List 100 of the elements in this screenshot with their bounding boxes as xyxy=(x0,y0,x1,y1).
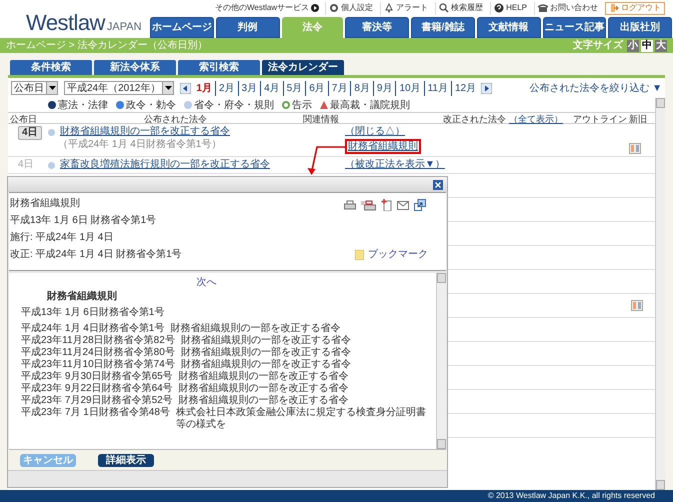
related-law-link[interactable]: 財務省組織規則 xyxy=(345,139,421,154)
phone-icon xyxy=(538,3,548,13)
bookmark-link[interactable]: ブックマーク xyxy=(368,247,428,262)
law-number: （平成24年 1月 4日財務省令第1号） xyxy=(57,139,222,151)
amendment-title: 財務省組織規則の一部を改正する省令 xyxy=(178,395,349,406)
nav-tab[interactable]: 判例 xyxy=(216,17,280,38)
new-window-icon[interactable] xyxy=(414,199,426,211)
contact-link[interactable]: お問い合わせ xyxy=(534,2,601,14)
legend-label: 政令・勅令 xyxy=(126,98,176,112)
nav-tab[interactable]: ホームページ xyxy=(150,17,214,38)
month-link[interactable]: 8月 xyxy=(350,80,373,96)
month-link[interactable]: 6月 xyxy=(305,80,328,96)
previous-arrow-icon[interactable] xyxy=(180,82,192,94)
month-link[interactable]: 10月 xyxy=(395,80,424,96)
column-header: 新旧 xyxy=(629,113,647,126)
connector-arrow xyxy=(308,146,345,175)
scrollbar[interactable] xyxy=(436,273,446,449)
next-arrow-icon[interactable] xyxy=(481,82,492,94)
amendment-reference: 平成23年11月24日財務省令第80号 xyxy=(21,347,175,358)
breadcrumb: ホームページ > 法令カレンダー（公布日別） xyxy=(6,38,208,53)
amendment-title: 株式会社日本政策金融公庫法に規定する検査身分証明書等の様式を xyxy=(176,407,427,431)
date-type-dropdown[interactable]: 公布日 xyxy=(11,81,58,95)
history-link[interactable]: 検索履歴 xyxy=(435,2,486,14)
close-icon[interactable] xyxy=(433,180,443,190)
font-size-button[interactable]: 大 xyxy=(655,40,667,52)
legend-label: 最高裁・議院規則 xyxy=(330,98,410,112)
logo-subtext: JAPAN xyxy=(106,22,142,34)
show-all-link[interactable]: （全て表示） xyxy=(509,113,563,126)
month-link[interactable]: 9月 xyxy=(372,80,396,96)
help-icon xyxy=(494,3,504,13)
legend-label: 憲法・法律 xyxy=(58,98,108,112)
amendment-reference: 平成23年 9月22日財務省令第64号 xyxy=(21,383,173,394)
law-title-link[interactable]: 財務省組織規則の一部を改正する省令 xyxy=(60,126,230,138)
amendment-reference: 平成23年 7月 1日財務省令第48号 xyxy=(21,407,170,420)
info-line: 施行: 平成24年 1月 4日 xyxy=(10,230,114,245)
next-link[interactable]: 次へ xyxy=(196,277,216,289)
month-link[interactable]: 5月 xyxy=(282,80,306,96)
printer-icon[interactable] xyxy=(361,200,376,210)
printer-icon[interactable] xyxy=(344,200,356,210)
alert-link[interactable]: アラート xyxy=(380,2,432,14)
related-toggle-link[interactable]: （閉じる△） xyxy=(345,126,405,138)
play-icon xyxy=(311,4,320,12)
amendment-reference: 平成23年 9月30日財務省令第65号 xyxy=(21,371,173,382)
law-title-link[interactable]: 家畜改良増殖法施行規則の一部を改正する省令 xyxy=(60,159,270,171)
amendment-title: 財務省組織規則の一部を改正する省令 xyxy=(178,371,349,382)
nav-tab[interactable]: 文献情報 xyxy=(476,17,540,38)
nav-tab[interactable]: 出版社別 xyxy=(608,17,672,38)
caret-icon xyxy=(164,86,172,90)
font-size-button[interactable]: 中 xyxy=(641,40,653,52)
envelope-icon[interactable] xyxy=(397,200,409,210)
font-size-label: 文字サイズ xyxy=(573,38,623,53)
exit-icon xyxy=(609,3,619,13)
service-link[interactable]: その他のWestlawサービス xyxy=(215,2,320,14)
column-header: 改正された法令 xyxy=(443,113,506,126)
month-link[interactable]: 2月 xyxy=(214,80,238,96)
nav-tab[interactable]: 審決等 xyxy=(345,17,409,38)
caret-icon xyxy=(48,86,56,90)
details-button[interactable]: 詳細表示 xyxy=(98,454,154,466)
document-title: 財務省組織規則 xyxy=(46,291,117,303)
bookmark-icon xyxy=(355,250,364,260)
info-line: 平成13年 1月 6日 財務省令第1号 xyxy=(10,214,158,228)
copyright-text: © 2013 Westlaw Japan K.K., all rights reserved xyxy=(488,490,655,502)
settings-link[interactable]: 個人設定 xyxy=(325,2,376,14)
legend-label: 省令・府令・規則 xyxy=(194,98,274,112)
nav-tab[interactable]: 書籍/雑誌 xyxy=(411,17,475,38)
scrollbar[interactable] xyxy=(655,98,665,490)
help-link[interactable]: HELP xyxy=(490,2,530,14)
amendment-reference: 平成23年 7月29日財務省令第52号 xyxy=(21,395,173,406)
amendment-title: 財務省組織規則の一部を改正する省令 xyxy=(180,347,351,358)
month-link[interactable]: 11月 xyxy=(424,80,451,96)
nav-tab[interactable]: ニュース記事 xyxy=(542,17,606,38)
legend-label: 告示 xyxy=(292,98,312,112)
amendment-reference: 平成24年 1月 4日財務省令第1号 xyxy=(21,323,164,334)
sub-tab[interactable]: 条件検索 xyxy=(10,60,92,75)
amendment-title: 財務省組織規則の一部を改正する省令 xyxy=(178,383,349,394)
amendment-reference: 平成23年11月28日財務省令第82号 xyxy=(21,335,175,346)
amendment-reference: 平成23年11月10日財務省令第74号 xyxy=(21,359,175,370)
font-size-button[interactable]: 小 xyxy=(627,40,639,52)
month-link[interactable]: 12月 xyxy=(450,80,480,96)
month-link[interactable]: 3月 xyxy=(238,80,260,96)
column-header: 関連情報 xyxy=(303,113,339,126)
info-line: 財務省組織規則 xyxy=(10,196,81,211)
sub-tab[interactable]: 索引検索 xyxy=(178,60,260,75)
related-toggle-link[interactable]: （被改正法を表示▼） xyxy=(345,159,445,171)
date-label: 4日 xyxy=(18,159,34,170)
column-header: アウトライン xyxy=(573,113,627,126)
logo-text: Westlaw xyxy=(26,12,105,34)
month-link[interactable]: 7月 xyxy=(328,80,350,96)
document-add-icon[interactable] xyxy=(381,199,392,211)
document-number: 平成13年 1月 6日財務省令第1号 xyxy=(21,307,164,319)
sub-tab[interactable]: 法令カレンダー xyxy=(262,60,344,75)
column-header: 公布された法令 xyxy=(144,113,207,126)
year-dropdown[interactable]: 平成24年（2012年） xyxy=(64,81,174,95)
month-link[interactable]: 1月 xyxy=(193,80,215,96)
date-button[interactable]: 4日 xyxy=(18,126,42,140)
month-link[interactable]: 4月 xyxy=(260,80,283,96)
amendment-title: 財務省組織規則の一部を改正する省令 xyxy=(180,359,351,370)
sub-tab[interactable]: 新法令体系 xyxy=(94,60,176,75)
narrow-down-link[interactable]: 公布された法令を絞り込む ▼ xyxy=(529,80,662,96)
info-line: 改正: 平成24年 1月 4日 財務省令第1号 xyxy=(10,248,182,262)
